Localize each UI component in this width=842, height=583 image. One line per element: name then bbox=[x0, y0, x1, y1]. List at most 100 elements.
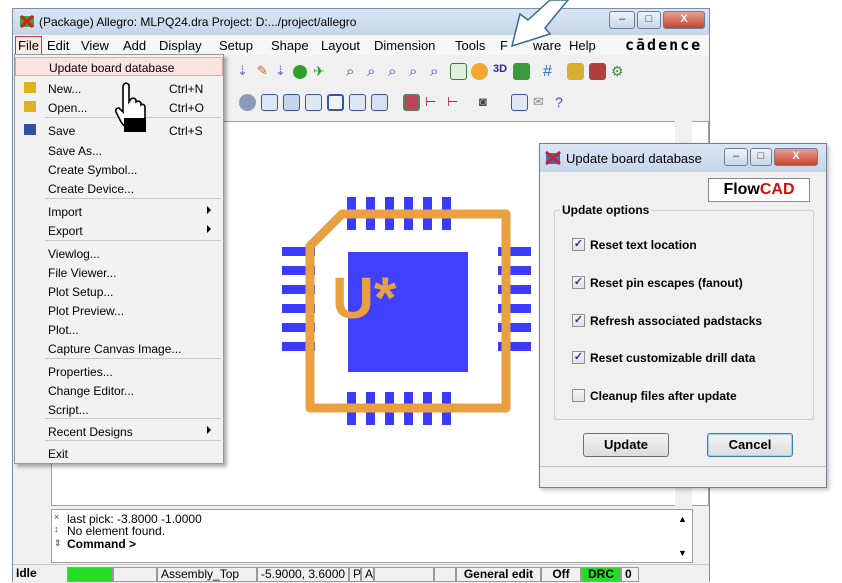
select-icon[interactable] bbox=[261, 94, 278, 111]
checkbox-checked[interactable]: ✓ bbox=[572, 351, 585, 364]
menu-tools[interactable]: Tools bbox=[455, 38, 485, 53]
green-shape-icon[interactable] bbox=[293, 65, 307, 79]
flowcad-logo-cad: CAD bbox=[759, 181, 795, 198]
console-pin-icon[interactable]: ↕ bbox=[54, 524, 62, 534]
status-layer[interactable]: Assembly_Top bbox=[157, 567, 257, 582]
file-menu-item-export[interactable]: Export bbox=[15, 221, 223, 240]
file-menu-item-recent-designs[interactable]: Recent Designs bbox=[15, 422, 223, 441]
menu-setup[interactable]: Setup bbox=[219, 38, 253, 53]
option-label: Reset pin escapes (fanout) bbox=[590, 276, 743, 290]
circle-pad-icon[interactable] bbox=[239, 94, 256, 111]
title-bar[interactable]: (Package) Allegro: MLPQ24.dra Project: D… bbox=[13, 9, 709, 35]
checkbox-checked[interactable]: ✓ bbox=[572, 276, 585, 289]
menu-display[interactable]: Display bbox=[159, 38, 202, 53]
file-menu-item-script[interactable]: Script... bbox=[15, 400, 223, 419]
menu-separator bbox=[45, 240, 221, 241]
checkbox-checked[interactable]: ✓ bbox=[572, 314, 585, 327]
status-p[interactable]: P bbox=[349, 567, 361, 582]
maximize-button[interactable]: □ bbox=[637, 11, 661, 29]
dialog-title-bar[interactable]: Update board database – □ X bbox=[540, 144, 826, 172]
console-close-icon[interactable]: × bbox=[54, 512, 62, 522]
checkbox-checked[interactable]: ✓ bbox=[572, 238, 585, 251]
file-menu-item-label: Exit bbox=[48, 447, 69, 461]
zoom-in-icon[interactable]: ⌕ bbox=[367, 63, 384, 80]
dialog-close-button[interactable]: X bbox=[774, 148, 818, 166]
redraw-icon[interactable] bbox=[450, 63, 467, 80]
zoom-out-icon[interactable]: ⌕ bbox=[388, 63, 405, 80]
file-menu-item-save-as[interactable]: Save As... bbox=[15, 141, 223, 160]
window-icon[interactable] bbox=[511, 94, 528, 111]
settings-icon[interactable]: ⚙ bbox=[611, 63, 628, 80]
console-prompt[interactable]: Command > bbox=[67, 537, 136, 551]
rounded-rect-icon[interactable] bbox=[305, 94, 322, 111]
down-arrow-2-icon[interactable]: ⇣ bbox=[275, 63, 292, 80]
shape-icon[interactable] bbox=[371, 94, 388, 111]
menu-view[interactable]: View bbox=[81, 38, 109, 53]
file-menu-item-label: Change Editor... bbox=[48, 384, 135, 398]
3d-view-icon[interactable]: 3D bbox=[493, 63, 510, 80]
layers-icon[interactable] bbox=[567, 63, 584, 80]
file-menu-item-create-device[interactable]: Create Device... bbox=[15, 179, 223, 198]
hand-pointer-icon bbox=[115, 82, 146, 132]
bug-icon[interactable]: ✎ bbox=[257, 63, 274, 80]
minimize-button[interactable]: – bbox=[609, 11, 635, 29]
pad-icon[interactable] bbox=[403, 94, 420, 111]
zoom-previous-icon[interactable]: ⌕ bbox=[430, 63, 447, 80]
status-drc[interactable]: DRC bbox=[581, 567, 621, 582]
cancel-button[interactable]: Cancel bbox=[707, 433, 793, 457]
file-menu-item-plot[interactable]: Plot... bbox=[15, 320, 223, 339]
console-scroll-down-icon[interactable]: ▼ bbox=[678, 548, 687, 558]
octagon-icon[interactable] bbox=[349, 94, 366, 111]
menu-file[interactable]: File bbox=[15, 36, 42, 55]
dialog-maximize-button[interactable]: □ bbox=[750, 148, 772, 166]
file-menu-item-file-viewer[interactable]: File Viewer... bbox=[15, 263, 223, 282]
pin-icon[interactable]: ✈ bbox=[313, 63, 330, 80]
file-menu-item-label: Viewlog... bbox=[48, 247, 100, 261]
file-menu-item-label: Update board database bbox=[49, 61, 175, 75]
dialog-title: Update board database bbox=[566, 151, 702, 166]
file-menu-item-update-board-database[interactable]: Update board database bbox=[15, 57, 223, 76]
file-menu-item-plot-preview[interactable]: Plot Preview... bbox=[15, 301, 223, 320]
dialog-minimize-button[interactable]: – bbox=[724, 148, 748, 166]
file-menu-item-import[interactable]: Import bbox=[15, 202, 223, 221]
file-menu-item-change-editor[interactable]: Change Editor... bbox=[15, 381, 223, 400]
open-folder-icon bbox=[24, 101, 36, 112]
menu-dimension[interactable]: Dimension bbox=[374, 38, 435, 53]
color-icon[interactable] bbox=[589, 63, 606, 80]
mail-icon[interactable]: ✉ bbox=[533, 94, 550, 111]
close-button[interactable]: X bbox=[663, 11, 705, 29]
option-label: Reset text location bbox=[590, 238, 697, 252]
submenu-arrow-icon bbox=[207, 225, 211, 233]
dimension-icon[interactable]: ⊢ bbox=[425, 94, 442, 111]
menu-layout[interactable]: Layout bbox=[321, 38, 360, 53]
menu-shape[interactable]: Shape bbox=[271, 38, 309, 53]
file-menu-item-label: Open... bbox=[48, 101, 88, 115]
help-icon[interactable]: ? bbox=[555, 94, 572, 111]
refresh-icon[interactable] bbox=[471, 63, 488, 80]
status-a[interactable]: A bbox=[361, 567, 374, 582]
camera-icon[interactable]: ◙ bbox=[479, 94, 496, 111]
dimension-linear-icon[interactable]: ⊢ bbox=[447, 94, 464, 111]
file-menu-item-create-symbol[interactable]: Create Symbol... bbox=[15, 160, 223, 179]
file-menu-item-capture-canvas-image[interactable]: Capture Canvas Image... bbox=[15, 339, 223, 358]
menu-edit[interactable]: Edit bbox=[47, 38, 69, 53]
submenu-arrow-icon bbox=[207, 426, 211, 434]
grid-icon[interactable]: # bbox=[543, 63, 560, 80]
file-menu-item-properties[interactable]: Properties... bbox=[15, 362, 223, 381]
console-scroll-up-icon[interactable]: ▲ bbox=[678, 514, 687, 524]
file-menu-item-exit[interactable]: Exit bbox=[15, 444, 223, 463]
down-arrow-icon[interactable]: ⇣ bbox=[237, 63, 254, 80]
rectangle-icon[interactable] bbox=[283, 94, 300, 111]
command-console[interactable]: × ↕ ⇕ last pick: -3.8000 -1.0000 No elem… bbox=[51, 509, 693, 563]
menu-add[interactable]: Add bbox=[123, 38, 146, 53]
checkbox-unchecked[interactable] bbox=[572, 389, 585, 402]
file-menu-item-plot-setup[interactable]: Plot Setup... bbox=[15, 282, 223, 301]
file-menu-item-label: Properties... bbox=[48, 365, 113, 379]
console-resize-icon[interactable]: ⇕ bbox=[54, 538, 62, 548]
flip-icon[interactable] bbox=[513, 63, 530, 80]
zoom-world-icon[interactable]: ⌕ bbox=[409, 63, 426, 80]
file-menu-item-viewlog[interactable]: Viewlog... bbox=[15, 244, 223, 263]
update-button[interactable]: Update bbox=[583, 433, 669, 457]
zoom-fit-icon[interactable]: ⌕ bbox=[346, 63, 363, 80]
square-icon[interactable] bbox=[327, 94, 344, 111]
